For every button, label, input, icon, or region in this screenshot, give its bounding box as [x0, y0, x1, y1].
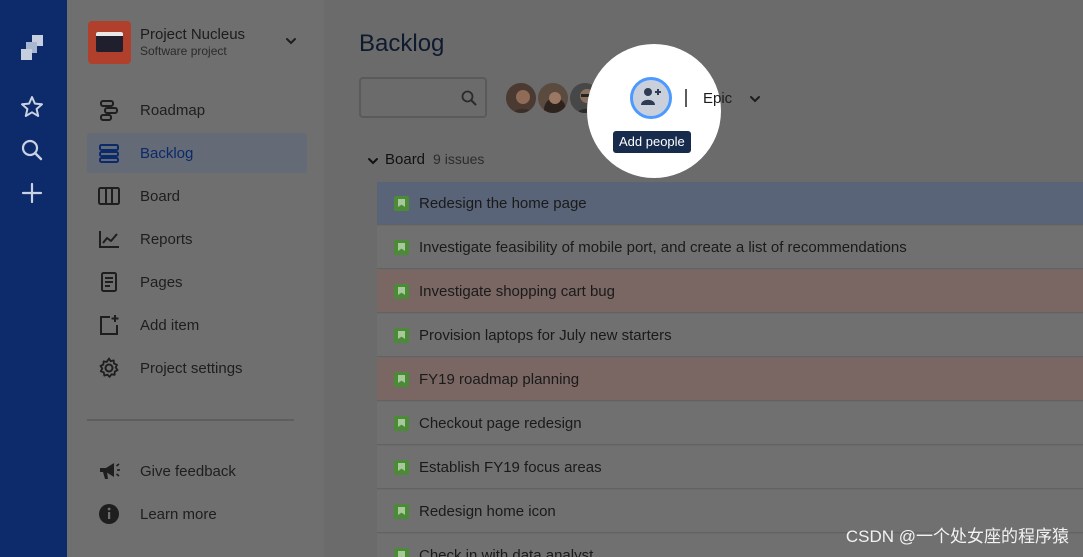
project-avatar-icon: [96, 32, 123, 52]
project-sidebar: Project Nucleus Software project Roadmap…: [67, 0, 324, 557]
board-icon: [97, 184, 121, 208]
sidebar-item-label: Roadmap: [140, 101, 206, 119]
issue-count: 9 issues: [433, 151, 485, 167]
sidebar-item-backlog[interactable]: Backlog: [87, 133, 307, 173]
issue-row[interactable]: Redesign the home page: [377, 182, 1083, 225]
sidebar-item-board[interactable]: Board: [87, 176, 307, 216]
add-person-icon: [640, 86, 662, 111]
global-nav: [0, 0, 67, 557]
project-type: Software project: [140, 44, 227, 58]
avatar[interactable]: [536, 81, 570, 115]
issue-summary: Investigate feasibility of mobile port, …: [419, 239, 907, 256]
filter-divider: [685, 89, 687, 107]
story-icon: [394, 460, 409, 475]
page-title: Backlog: [359, 30, 445, 57]
star-icon[interactable]: [19, 94, 45, 120]
board-header[interactable]: Board 9 issues: [385, 151, 484, 168]
megaphone-icon: [97, 459, 121, 483]
info-icon: [97, 502, 121, 526]
issue-summary: Redesign home icon: [419, 503, 556, 520]
sidebar-item-label: Add item: [140, 316, 200, 334]
add-item-icon: [97, 313, 121, 337]
sidebar-item-roadmap[interactable]: Roadmap: [87, 90, 307, 130]
chevron-down-icon[interactable]: [748, 92, 762, 111]
avatar[interactable]: [504, 81, 538, 115]
issue-summary: Provision laptops for July new starters: [419, 327, 672, 344]
sidebar-item-project-settings[interactable]: Project settings: [87, 348, 307, 388]
epic-filter-dropdown[interactable]: Epic: [703, 90, 732, 107]
issue-summary: Check in with data analyst: [419, 547, 594, 557]
sidebar-divider: [87, 419, 294, 421]
issue-row[interactable]: Establish FY19 focus areas: [377, 446, 1083, 489]
story-icon: [394, 548, 409, 557]
issue-summary: Establish FY19 focus areas: [419, 459, 602, 476]
search-input[interactable]: [359, 77, 487, 118]
sidebar-item-add-item[interactable]: Add item: [87, 305, 307, 345]
add-people-tooltip: Add people: [613, 131, 691, 153]
issue-summary: Checkout page redesign: [419, 415, 582, 432]
story-icon: [394, 196, 409, 211]
issue-summary: Investigate shopping cart bug: [419, 283, 615, 300]
add-people-button[interactable]: [630, 77, 672, 119]
sidebar-item-label: Pages: [140, 273, 183, 291]
story-icon: [394, 284, 409, 299]
story-icon: [394, 328, 409, 343]
issue-row[interactable]: Investigate feasibility of mobile port, …: [377, 226, 1083, 269]
story-icon: [394, 416, 409, 431]
issue-row[interactable]: Checkout page redesign: [377, 402, 1083, 445]
reports-icon: [97, 227, 121, 251]
sidebar-item-pages[interactable]: Pages: [87, 262, 307, 302]
sidebar-item-label: Project settings: [140, 359, 243, 377]
search-icon: [461, 90, 477, 111]
issue-summary: FY19 roadmap planning: [419, 371, 580, 388]
main-content: Backlog Add people Epic Board 9 issues Re…: [324, 0, 1083, 557]
search-icon[interactable]: [19, 137, 45, 163]
sidebar-item-give-feedback[interactable]: Give feedback: [87, 451, 307, 491]
sidebar-item-learn-more[interactable]: Learn more: [87, 494, 307, 534]
issue-row[interactable]: FY19 roadmap planning: [377, 358, 1083, 401]
sidebar-item-reports[interactable]: Reports: [87, 219, 307, 259]
pages-icon: [97, 270, 121, 294]
watermark: CSDN @一个处女座的程序猿: [845, 527, 1069, 546]
roadmap-icon: [97, 98, 121, 122]
plus-icon[interactable]: [19, 180, 45, 206]
issue-summary: Redesign the home page: [419, 195, 587, 212]
backlog-icon: [97, 141, 121, 165]
chevron-down-icon[interactable]: [367, 154, 379, 172]
issue-row[interactable]: Investigate shopping cart bug: [377, 270, 1083, 313]
project-avatar[interactable]: [88, 21, 131, 64]
sidebar-item-label: Learn more: [140, 505, 217, 523]
sidebar-item-label: Backlog: [140, 144, 194, 162]
sidebar-item-label: Board: [140, 187, 181, 205]
story-icon: [394, 504, 409, 519]
story-icon: [394, 372, 409, 387]
issue-row[interactable]: Provision laptops for July new starters: [377, 314, 1083, 357]
project-name[interactable]: Project Nucleus: [140, 26, 245, 43]
board-name: Board: [385, 151, 426, 168]
gear-icon: [97, 356, 121, 380]
story-icon: [394, 240, 409, 255]
sidebar-item-label: Reports: [140, 230, 193, 248]
jira-logo-icon[interactable]: [19, 34, 45, 60]
chevron-down-icon[interactable]: [284, 34, 298, 48]
sidebar-item-label: Give feedback: [140, 462, 236, 480]
